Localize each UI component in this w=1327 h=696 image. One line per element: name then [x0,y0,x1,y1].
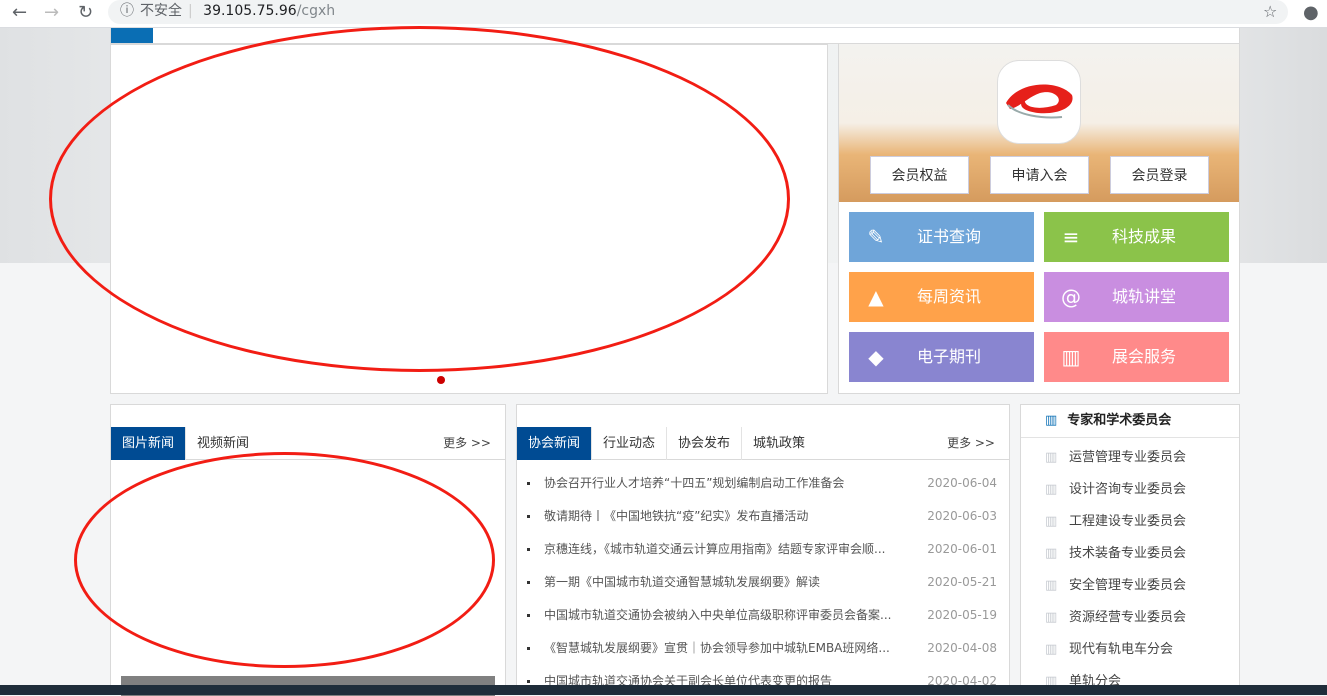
committee-item[interactable]: ▥ 工程建设专业委员会 [1045,510,1186,529]
institution-icon: ▥ [1045,610,1058,625]
bullet-icon [527,482,530,485]
tile-label: 科技成果 [1112,227,1177,246]
tile-button[interactable]: ▥ 展会服务 [1044,332,1229,382]
news-title: 协会召开行业人才培养“十四五”规划编制启动工作准备会 [544,476,845,490]
url-path: /cgxh [296,3,336,19]
committee-item[interactable]: ▥ 设计咨询专业委员会 [1045,478,1186,497]
os-taskbar [0,685,1327,695]
news-title: 《智慧城轨发展纲要》宣贯｜协会领导参加中城轨EMBA班网络... [544,641,890,655]
association-logo [997,60,1081,144]
institution-icon: ▥ [1045,450,1058,465]
news-title: 中国城市轨道交通协会被纳入中央单位高级职称评审委员会备案... [544,608,892,622]
tile-label: 展会服务 [1112,347,1177,366]
chat-icon: ✎ [867,225,885,249]
security-label: 不安全 [140,3,182,19]
committee-item[interactable]: ▥ 现代有轨电车分会 [1045,638,1173,657]
building-icon: ▥ [1061,345,1081,369]
tile-button[interactable]: ◆ 电子期刊 [849,332,1034,382]
more-link[interactable]: 更多 >> [947,427,995,460]
news-date: 2020-06-04 [927,476,997,490]
diamond-icon: ◆ [868,345,884,369]
member-benefits-button[interactable]: 会员权益 [870,156,969,194]
member-login-button[interactable]: 会员登录 [1110,156,1209,194]
committee-label: 工程建设专业委员会 [1069,514,1187,529]
tile-button[interactable]: ≡ 科技成果 [1044,212,1229,262]
browser-toolbar: ← → ↻ ⓘ 不安全 | 39.105.75.96/cgxh ☆ ● [0,0,1327,28]
chart-icon: ▲ [868,285,884,309]
bullet-icon [527,548,530,551]
institution-icon: ▥ [1045,578,1058,593]
contacts-icon: @ [1061,285,1081,309]
slider-dot[interactable] [437,376,445,384]
tab-industry-news[interactable]: 行业动态 [592,427,668,460]
news-date: 2020-05-21 [927,575,997,589]
tab-association-release[interactable]: 协会发布 [667,427,743,460]
committee-item[interactable]: ▥ 技术装备专业委员会 [1045,542,1186,561]
news-date: 2020-05-19 [927,608,997,622]
institution-icon: ▥ [1045,514,1058,529]
apply-membership-button[interactable]: 申请入会 [990,156,1089,194]
bullet-icon [527,614,530,617]
news-item[interactable]: 敬请期待丨《中国地铁抗“疫”纪实》发布直播活动 2020-06-03 [527,506,997,526]
committee-header[interactable]: ▥ 专家和学术委员会 [1021,405,1239,438]
committee-label: 设计咨询专业委员会 [1069,482,1187,497]
news-item[interactable]: 京穗连线，《城市轨道交通云计算应用指南》结题专家评审会顺... 2020-06-0… [527,539,997,559]
bullet-icon [527,515,530,518]
tile-label: 电子期刊 [917,347,982,366]
book-icon: ≡ [1062,225,1080,249]
news-panel: 协会新闻 行业动态 协会发布 城轨政策 更多 >> 协会召开行业人才培养“十四五… [516,404,1010,694]
tile-button[interactable]: ▲ 每周资讯 [849,272,1034,322]
red-annotation-ellipse [74,452,495,668]
info-icon[interactable]: ⓘ [120,3,134,19]
forward-icon[interactable]: → [44,2,59,23]
committee-panel: ▥ 专家和学术委员会 ▥ 运营管理专业委员会 ▥ 设计咨询专业委员会 ▥ 工程建设专业委员会… [1020,404,1240,694]
address-bar[interactable]: ⓘ 不安全 | 39.105.75.96/cgxh [108,0,1288,24]
news-item[interactable]: 第一期《中国城市轨道交通智慧城轨发展纲要》解读 2020-05-21 [527,572,997,592]
news-title: 京穗连线，《城市轨道交通云计算应用指南》结题专家评审会顺... [544,542,886,556]
news-date: 2020-06-03 [927,509,997,523]
news-item[interactable]: 中国城市轨道交通协会被纳入中央单位高级职称评审委员会备案... 2020-05-1… [527,605,997,625]
member-banner: 会员权益 申请入会 会员登录 [839,44,1239,202]
red-annotation-ellipse [49,26,790,372]
news-title: 敬请期待丨《中国地铁抗“疫”纪实》发布直播活动 [544,509,809,523]
committee-label: 运营管理专业委员会 [1069,450,1187,465]
tile-label: 城轨讲堂 [1112,287,1177,306]
news-item[interactable]: 《智慧城轨发展纲要》宣贯｜协会领导参加中城轨EMBA班网络... 2020-04-… [527,638,997,658]
tab-policy[interactable]: 城轨政策 [742,427,816,460]
bullet-icon [527,581,530,584]
back-icon[interactable]: ← [12,2,27,23]
bullet-icon [527,680,530,683]
bookmark-star-icon[interactable]: ☆ [1263,2,1277,21]
news-title: 第一期《中国城市轨道交通智慧城轨发展纲要》解读 [544,575,821,589]
institution-icon: ▥ [1045,482,1058,497]
committee-item[interactable]: ▥ 资源经营专业委员会 [1045,606,1186,625]
bullet-icon [527,647,530,650]
tile-button[interactable]: ✎ 证书查询 [849,212,1034,262]
tab-photo-news[interactable]: 图片新闻 [111,427,187,460]
news-date: 2020-06-01 [927,542,997,556]
committee-label: 资源经营专业委员会 [1069,610,1187,625]
tile-label: 每周资讯 [917,287,982,306]
committee-title: 专家和学术委员会 [1067,413,1172,428]
committee-item[interactable]: ▥ 运营管理专业委员会 [1045,446,1186,465]
more-link[interactable]: 更多 >> [443,427,491,460]
account-icon[interactable]: ● [1303,2,1319,23]
tab-association-news[interactable]: 协会新闻 [517,427,593,460]
committee-label: 技术装备专业委员会 [1069,546,1187,561]
institution-icon: ▥ [1045,546,1058,561]
reload-icon[interactable]: ↻ [78,2,93,23]
top-tab-active[interactable] [111,28,153,43]
committee-label: 现代有轨电车分会 [1069,642,1174,657]
news-date: 2020-04-08 [927,641,997,655]
institution-icon: ▥ [1045,642,1058,657]
committee-item[interactable]: ▥ 安全管理专业委员会 [1045,574,1186,593]
news-item[interactable]: 协会召开行业人才培养“十四五”规划编制启动工作准备会 2020-06-04 [527,473,997,493]
institution-icon: ▥ [1045,413,1058,428]
committee-label: 安全管理专业委员会 [1069,578,1187,593]
url-host: 39.105.75.96 [203,3,297,19]
tile-label: 证书查询 [917,227,982,246]
tile-button[interactable]: @ 城轨讲堂 [1044,272,1229,322]
